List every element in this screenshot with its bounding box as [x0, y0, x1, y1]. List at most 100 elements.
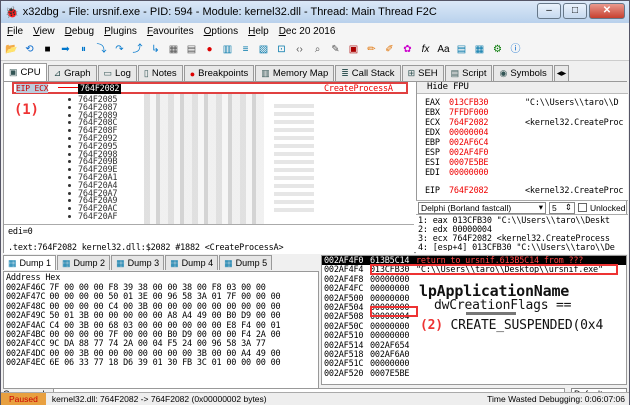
strings-icon[interactable]: ▤ [454, 42, 469, 57]
disasm-row[interactable]: 764F20A4 [4, 181, 414, 191]
code-icon[interactable]: ‹› [292, 42, 307, 57]
menu-file[interactable]: File [7, 26, 23, 37]
settings-icon[interactable]: ⚙ [490, 42, 505, 57]
disasm-row[interactable]: 764F208C [4, 118, 414, 128]
step-over-icon[interactable]: ↷ [112, 42, 127, 57]
step-out-icon[interactable]: ⤴ [130, 42, 145, 57]
disasm-row[interactable]: 764F208F [4, 126, 414, 136]
hide-fpu-toggle[interactable]: Hide FPU [417, 82, 628, 94]
dump-row[interactable]: 002AF47C 00 00 00 00 50 01 3E 00 96 58 3A… [6, 292, 281, 302]
tab-seh[interactable]: ⊞ SEH [401, 65, 444, 81]
highlight-icon[interactable]: ✿ [400, 42, 415, 57]
tab-dump-5[interactable]: ▦ Dump 5 [219, 255, 273, 270]
arguments-pane[interactable]: 1: eax 013CFB30 "C:\\Users\\taro\\Deskt … [416, 214, 628, 254]
disasm-row[interactable]: 764F2092 [4, 134, 414, 144]
dump-row[interactable]: 002AF46C 7F 00 00 00 F8 39 38 00 00 38 00… [6, 283, 266, 293]
dump-row[interactable]: 002AF4EC 6E 06 33 77 18 D6 39 01 30 FB 3C… [6, 358, 281, 368]
about-icon[interactable]: ⓘ [508, 42, 523, 57]
tab-dump-3[interactable]: ▦ Dump 3 [111, 255, 165, 270]
close-file-icon[interactable]: ■ [40, 42, 55, 57]
function-icon[interactable]: fx [418, 42, 433, 57]
unlocked-checkbox[interactable] [578, 203, 587, 212]
disasm-row[interactable]: 764F209E [4, 165, 414, 175]
calculator-icon[interactable]: ▦ [472, 42, 487, 57]
font-icon[interactable]: Aa [436, 42, 451, 57]
disasm-row[interactable]: 764F209B [4, 157, 414, 167]
stack-row[interactable]: 002AF510 00000000 [324, 331, 416, 341]
tab-dump-4[interactable]: ▦ Dump 4 [165, 255, 219, 270]
register-row[interactable]: EAX 013CFB30 "C:\\Users\\taro\\D [425, 98, 625, 108]
dump-row[interactable]: 002AF4DC 00 00 3B 00 00 00 00 00 00 00 3B… [6, 349, 281, 359]
dump-row[interactable]: 002AF4CC 9C DA 88 77 74 2A 00 04 F5 24 00… [6, 339, 266, 349]
breakpoint-icon[interactable]: ● [202, 42, 217, 57]
registers-pane[interactable]: Hide FPU EAX 013CFB30 "C:\\Users\\taro\\D E… [416, 82, 628, 200]
disassembly-pane[interactable]: EIP ECX 764F2082 CreateProcessA (1) 764F… [4, 82, 414, 224]
tab-dump-2[interactable]: ▦ Dump 2 [57, 255, 111, 270]
stack-pane[interactable]: 002AF4F0 613B5C14 return to ursnif.613B5C1… [321, 255, 627, 385]
disasm-row[interactable]: 764F20AC [4, 204, 414, 214]
tab-cpu[interactable]: ▣ CPU [3, 63, 47, 81]
menu-debug[interactable]: Debug [65, 26, 94, 37]
menu-favourites[interactable]: Favourites [147, 26, 194, 37]
register-row[interactable]: ECX 764F2082 <kernel32.CreateProc [425, 118, 625, 128]
menu-options[interactable]: Options [204, 26, 238, 37]
label-icon[interactable]: ✐ [382, 42, 397, 57]
animate-icon[interactable]: ▤ [184, 42, 199, 57]
pause-icon[interactable]: ⏸ [76, 42, 91, 57]
disasm-row[interactable]: 764F2089 [4, 111, 414, 121]
comment-icon[interactable]: ✏ [364, 42, 379, 57]
menu-view[interactable]: View [33, 26, 55, 37]
tab-dump-1[interactable]: ▦ Dump 1 [3, 255, 57, 270]
menu-help[interactable]: Help [248, 26, 269, 37]
bookmark-icon[interactable]: ▣ [346, 42, 361, 57]
disasm-row[interactable]: 764F20A9 [4, 196, 414, 206]
maximize-button[interactable]: □ [563, 3, 587, 19]
register-row[interactable]: ESP 002AF4F0 [425, 148, 625, 158]
calling-convention-select[interactable]: Delphi (Borland fastcall) ▾ [418, 201, 546, 214]
tab-call-stack[interactable]: ≣ Call Stack [335, 65, 401, 81]
search-icon[interactable]: ⌕ [310, 42, 325, 57]
register-row[interactable]: EBP 002AF6C4 [425, 138, 625, 148]
open-icon[interactable]: 📂 [4, 42, 19, 57]
dump-row[interactable]: 002AF49C 50 01 3B 00 00 00 00 00 A8 A4 49… [6, 311, 281, 321]
register-row[interactable]: EIP 764F2082 <kernel32.CreateProc [425, 186, 625, 196]
register-row[interactable]: ESI 0007E5BE [425, 158, 625, 168]
run-icon[interactable]: ➡ [58, 42, 73, 57]
stack-row[interactable]: 002AF4F8 00000000 [324, 275, 416, 285]
stack-row[interactable]: 002AF520 0007E5BE [324, 369, 416, 379]
hex-dump[interactable]: Address Hex 002AF46C 7F 00 00 00 F8 39 38… [3, 271, 319, 389]
dump-row[interactable]: 002AF4BC 00 00 00 00 7F 00 00 00 B0 D9 00… [6, 330, 281, 340]
tab-script[interactable]: ▤ Script [444, 65, 493, 81]
minimize-button[interactable]: – [537, 3, 561, 19]
tab-breakpoints[interactable]: ● Breakpoints [183, 65, 255, 81]
stack-row[interactable]: 002AF518 002AF6A0 [324, 350, 416, 360]
tab-log[interactable]: ▭ Log [97, 65, 137, 81]
dump-row[interactable]: 002AF48C 00 00 00 00 C4 00 3B 00 00 00 00… [6, 302, 281, 312]
disasm-row[interactable]: 764F20AF [4, 212, 414, 222]
tab-memory-map[interactable]: ▥ Memory Map [255, 65, 335, 81]
stack-row[interactable]: 002AF514 002AF654 [324, 341, 416, 351]
tab-symbols[interactable]: ◉ Symbols [493, 65, 553, 81]
memory-icon[interactable]: ▥ [220, 42, 235, 57]
register-row[interactable]: EDI 00000000 [425, 168, 625, 178]
patch-icon[interactable]: ▧ [256, 42, 271, 57]
disasm-row[interactable]: 764F20A7 [4, 189, 414, 199]
step-into-icon[interactable]: ⤵ [94, 42, 109, 57]
tab-scroll[interactable]: ◂▸ [553, 65, 570, 81]
dump-row[interactable]: 002AF4AC C4 00 3B 00 68 03 00 00 00 00 00… [6, 321, 281, 331]
handle-icon[interactable]: ⊡ [274, 42, 289, 57]
register-row[interactable]: EBX 7FFDF000 [425, 108, 625, 118]
disasm-row[interactable]: 764F2098 [4, 150, 414, 160]
tab-notes[interactable]: ▯ Notes [137, 65, 183, 81]
disasm-row[interactable]: 764F2087 [4, 103, 414, 113]
stack-row[interactable]: 002AF50C 00000000 [324, 322, 416, 332]
script-icon[interactable]: ✎ [328, 42, 343, 57]
register-row[interactable]: EDX 00000004 [425, 128, 625, 138]
menu-plugins[interactable]: Plugins [104, 26, 137, 37]
trace-icon[interactable]: ▦ [166, 42, 181, 57]
tab-graph[interactable]: ⊿ Graph [47, 65, 97, 81]
thread-icon[interactable]: ≡ [238, 42, 253, 57]
disasm-row[interactable]: 764F2095 [4, 142, 414, 152]
eip-row[interactable]: EIP ECX 764F2082 CreateProcessA [12, 82, 408, 94]
disasm-row[interactable]: 764F2085 [4, 95, 414, 105]
